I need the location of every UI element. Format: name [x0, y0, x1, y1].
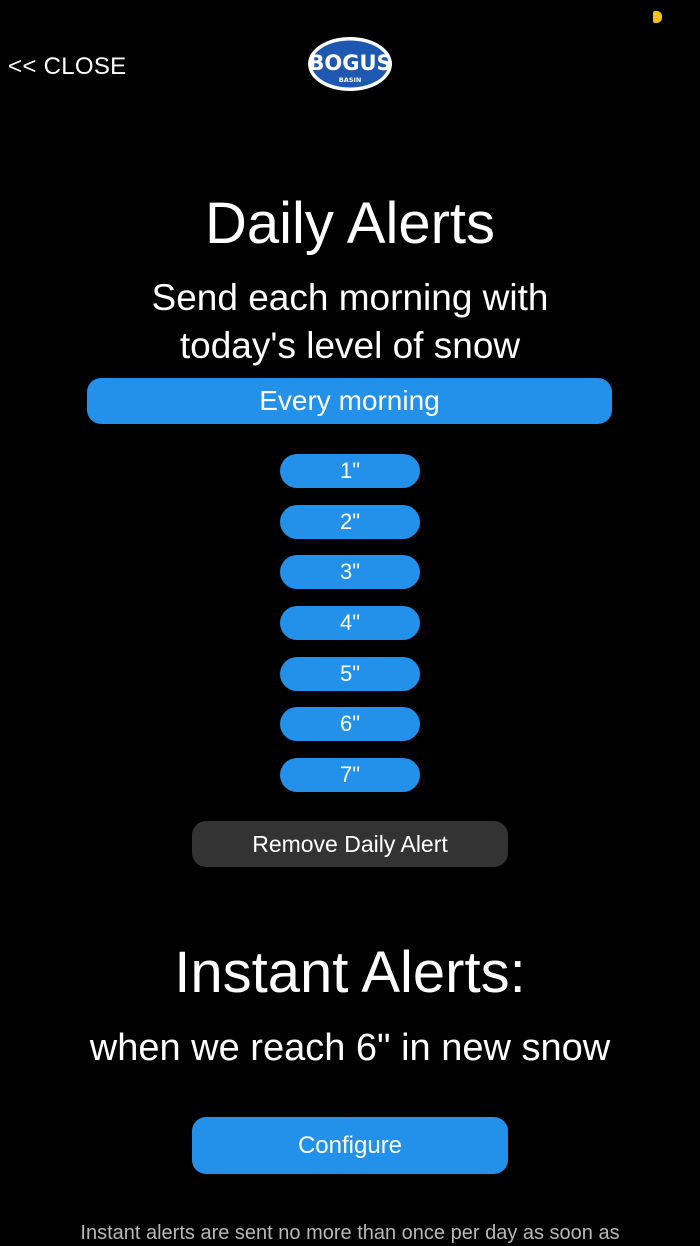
- instant-alerts-title: Instant Alerts:: [174, 940, 526, 1005]
- snow-level-3-button[interactable]: 3": [280, 555, 420, 590]
- instant-alerts-footnote: Instant alerts are sent no more than onc…: [80, 1222, 620, 1244]
- logo-word: BOGUS: [308, 51, 391, 75]
- every-morning-button[interactable]: Every morning: [87, 378, 612, 424]
- snow-level-6-button[interactable]: 6": [280, 707, 420, 742]
- snow-level-5-button[interactable]: 5": [280, 656, 420, 691]
- snow-level-list: 1" 2" 3" 4" 5" 6" 7": [280, 454, 420, 809]
- configure-button[interactable]: Configure: [192, 1117, 508, 1174]
- daily-subtitle-line-1: Send each morning with: [151, 277, 549, 318]
- snow-level-4-button[interactable]: 4": [280, 606, 420, 641]
- logo-sub: BASIN: [339, 76, 362, 84]
- remove-daily-alert-button[interactable]: Remove Daily Alert: [192, 821, 508, 867]
- bogus-basin-logo-icon: BOGUS BASIN: [308, 37, 392, 91]
- snow-level-7-button[interactable]: 7": [280, 758, 420, 793]
- daily-alerts-subtitle: Send each morning with today's level of …: [0, 274, 700, 370]
- instant-alerts-subtitle: when we reach 6" in new snow: [89, 1027, 611, 1069]
- daily-alerts-title: Daily Alerts: [204, 191, 496, 256]
- daily-subtitle-line-2: today's level of snow: [179, 325, 521, 366]
- snow-level-1-button[interactable]: 1": [280, 454, 420, 488]
- snow-level-2-button[interactable]: 2": [280, 504, 420, 539]
- close-button[interactable]: << CLOSE: [8, 53, 126, 81]
- status-indicator-icon: [653, 11, 662, 23]
